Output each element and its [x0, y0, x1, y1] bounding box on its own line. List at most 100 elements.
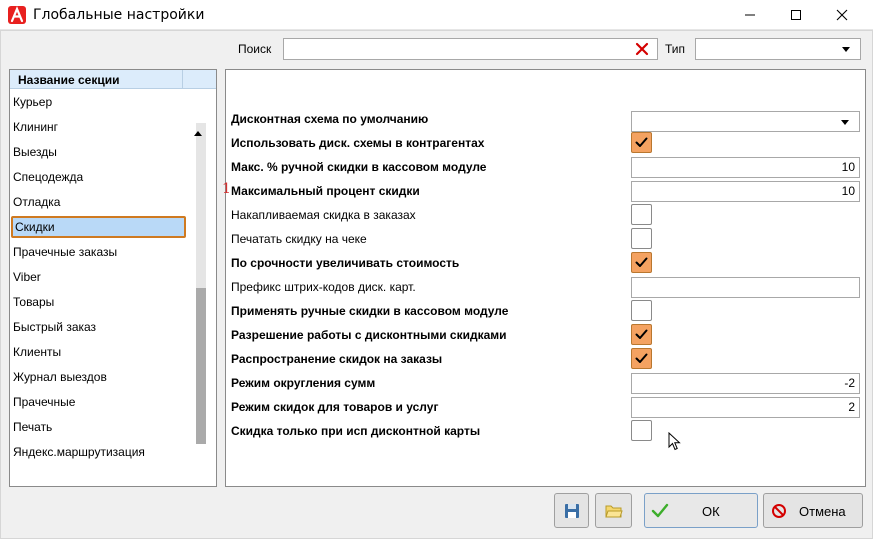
dialog-body: Поиск Тип СправочникиКурьерКлинингВыезды…: [0, 30, 873, 539]
property-label: Скидка только при исп дисконтной карты: [231, 424, 481, 438]
window-title: Глобальные настройки: [33, 7, 205, 23]
property-row: Макс. % ручной скидки в кассовом модуле 1…: [231, 155, 861, 179]
open-folder-button[interactable]: [595, 493, 632, 528]
section-header-label: Название секции: [18, 73, 120, 87]
section-item[interactable]: Viber: [13, 266, 185, 288]
property-value: -2: [844, 376, 855, 390]
ok-button-label: ОК: [702, 504, 720, 519]
property-checkbox[interactable]: [631, 228, 652, 249]
section-item[interactable]: Товары: [13, 291, 185, 313]
property-label: Накапливаемая скидка в заказах: [231, 208, 416, 222]
property-checkbox[interactable]: [631, 420, 652, 441]
search-input[interactable]: [283, 38, 658, 60]
property-row: Скидка только при исп дисконтной карты: [231, 419, 861, 443]
maximize-button[interactable]: [773, 0, 819, 30]
section-item[interactable]: Яндекс.маршрутизация: [13, 441, 185, 463]
property-value: 2: [848, 400, 855, 414]
property-label: Использовать диск. схемы в контрагентах: [231, 136, 485, 150]
property-input[interactable]: [631, 277, 860, 298]
checkmark-icon: [635, 353, 648, 363]
checkmark-icon: [651, 503, 669, 518]
property-label: Печатать скидку на чеке: [231, 232, 367, 246]
property-label: Распространение скидок на заказы: [231, 352, 443, 366]
maximize-icon: [791, 10, 801, 20]
property-value: 10: [841, 184, 855, 198]
section-item[interactable]: Быстрый заказ: [13, 316, 185, 338]
folder-icon: [605, 505, 623, 518]
property-checkbox[interactable]: [631, 252, 652, 273]
scroll-thumb[interactable]: [196, 288, 206, 444]
property-label: Максимальный процент скидки: [231, 184, 420, 198]
property-row: По срочности увеличивать стоимость: [231, 251, 861, 275]
section-item[interactable]: Отладка: [13, 191, 185, 213]
property-row: Применять ручные скидки в кассовом модул…: [231, 299, 861, 323]
property-checkbox[interactable]: [631, 300, 652, 321]
property-input[interactable]: 2: [631, 397, 860, 418]
row-marker: 1: [222, 181, 231, 197]
scroll-up-icon[interactable]: [194, 131, 202, 136]
checkmark-icon: [635, 329, 648, 339]
section-item[interactable]: Курьер: [13, 91, 185, 113]
clear-search-button[interactable]: [635, 42, 650, 57]
property-label: Применять ручные скидки в кассовом модул…: [231, 304, 509, 318]
cancel-icon: [772, 504, 786, 518]
type-label: Тип: [665, 42, 686, 56]
property-row: Распространение скидок на заказы: [231, 347, 861, 371]
property-label: Макс. % ручной скидки в кассовом модуле: [231, 160, 487, 174]
property-row: Использовать диск. схемы в контрагентах: [231, 131, 861, 155]
cancel-button[interactable]: Отмена: [763, 493, 863, 528]
property-checkbox[interactable]: [631, 132, 652, 153]
property-checkbox[interactable]: [631, 204, 652, 225]
section-item[interactable]: Выезды: [13, 141, 185, 163]
close-icon: [836, 9, 848, 21]
property-label: По срочности увеличивать стоимость: [231, 256, 460, 270]
minimize-button[interactable]: [727, 0, 773, 30]
mouse-cursor-icon: [668, 432, 681, 451]
section-item[interactable]: Клиенты: [13, 341, 185, 363]
properties-panel: Дисконтная схема по умолчанию Использоват…: [222, 69, 866, 487]
property-label: Префикс штрих-кодов диск. карт.: [231, 280, 416, 294]
section-item[interactable]: Печать: [13, 416, 185, 438]
floppy-disk-icon: [565, 504, 579, 518]
property-row: Накапливаемая скидка в заказах: [231, 203, 861, 227]
checkmark-icon: [635, 257, 648, 267]
property-checkbox[interactable]: [631, 324, 652, 345]
app-logo-icon: [8, 6, 26, 24]
section-item[interactable]: Прачечные заказы: [13, 241, 185, 263]
property-input[interactable]: -2: [631, 373, 860, 394]
section-panel: СправочникиКурьерКлинингВыездыСпецодежда…: [9, 69, 217, 487]
property-select[interactable]: [631, 111, 860, 132]
save-button[interactable]: [554, 493, 589, 528]
ok-button[interactable]: ОК: [644, 493, 758, 528]
property-row: Режим скидок для товаров и услуг 2: [231, 395, 861, 419]
search-label: Поиск: [238, 42, 272, 56]
clear-icon: [635, 42, 649, 56]
cancel-button-label: Отмена: [799, 504, 846, 519]
property-value: 10: [841, 160, 855, 174]
section-item[interactable]: Прачечные: [13, 391, 185, 413]
section-item-selected[interactable]: Скидки: [11, 216, 186, 238]
property-checkbox[interactable]: [631, 348, 652, 369]
section-column-header: Название секции: [10, 70, 216, 89]
chevron-down-icon: [841, 120, 849, 125]
header-divider: [182, 70, 183, 89]
property-row: Префикс штрих-кодов диск. карт.: [231, 275, 861, 299]
property-row: Дисконтная схема по умолчанию: [231, 107, 861, 132]
property-input[interactable]: 10: [631, 181, 860, 202]
property-label: Режим округления сумм: [231, 376, 376, 390]
section-item[interactable]: Клининг: [13, 116, 185, 138]
close-button[interactable]: [819, 0, 865, 30]
section-list: СправочникиКурьерКлинингВыездыСпецодежда…: [10, 70, 188, 486]
property-row: Разрешение работы с дисконтными скидками: [231, 323, 861, 347]
title-bar: Глобальные настройки: [0, 0, 873, 30]
type-select[interactable]: [695, 38, 861, 60]
property-label: Дисконтная схема по умолчанию: [231, 112, 429, 126]
property-input[interactable]: 10: [631, 157, 860, 178]
property-label: Разрешение работы с дисконтными скидками: [231, 328, 507, 342]
property-label: Режим скидок для товаров и услуг: [231, 400, 439, 414]
property-row: 1 Максимальный процент скидки 10: [222, 179, 861, 203]
minimize-icon: [745, 14, 755, 16]
section-item[interactable]: Журнал выездов: [13, 366, 185, 388]
chevron-down-icon: [842, 47, 850, 52]
section-item[interactable]: Спецодежда: [13, 166, 185, 188]
